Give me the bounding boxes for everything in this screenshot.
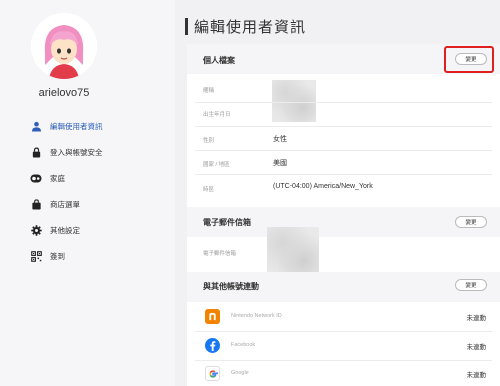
divider [195,174,492,175]
edit-linked-accounts-button[interactable]: 變更 [455,279,487,291]
nintendo-network-icon [205,309,220,324]
linked-account-name: Facebook [231,342,256,348]
linked-account-name: Nintendo Network ID [231,313,282,319]
mii-avatar-icon [31,13,97,79]
sidebar: arielovo75 編輯使用者資訊 登入與帳號安全 家庭 商店選單 其他設定 … [0,0,175,386]
email-label: 電子郵件信箱 [203,251,237,257]
country-label: 國家 / 地區 [203,162,230,168]
edit-email-button[interactable]: 變更 [455,216,487,228]
shopping-bag-icon [30,198,42,210]
sidebar-item-label: 其他設定 [50,225,80,235]
gender-value: 女性 [273,136,287,143]
linked-account-status: 未連動 [466,344,487,351]
sidebar-item-label: 編輯使用者資訊 [50,121,103,131]
sidebar-item-shop-menu[interactable]: 商店選單 [30,196,170,212]
linked-account-facebook: Facebook 未連動 [187,332,500,360]
facebook-icon [205,338,220,353]
email-section-title: 電子郵件信箱 [203,218,251,227]
divider [195,102,492,103]
sidebar-item-check-in[interactable]: 簽到 [30,248,170,264]
family-icon [30,172,42,184]
user-icon [30,120,42,132]
linked-section-header: 與其他帳號連動 變更 [187,272,500,302]
page-title-text: 編輯使用者資訊 [194,18,307,36]
google-icon [205,366,220,381]
qr-code-icon [30,250,42,262]
sidebar-item-edit-user-info[interactable]: 編輯使用者資訊 [30,118,170,134]
timezone-label: 時區 [203,187,215,193]
sidebar-item-other-settings[interactable]: 其他設定 [30,222,170,238]
timezone-value: (UTC-04:00) America/New_York [273,183,373,190]
country-value: 美國 [273,160,287,167]
email-section-header: 電子郵件信箱 變更 [187,207,500,237]
divider [195,126,492,127]
sidebar-item-label: 登入與帳號安全 [50,147,103,157]
gender-label: 性別 [203,138,215,144]
username: arielovo75 [38,87,90,99]
birthdate-label: 出生年月日 [203,112,231,118]
linked-account-google: Google 未連動 [187,360,500,386]
nickname-label: 暱稱 [203,88,215,94]
sidebar-item-family[interactable]: 家庭 [30,170,170,186]
avatar [31,13,97,79]
linked-account-nintendo: Nintendo Network ID 未連動 [187,303,500,331]
profile-section-title: 個人檔案 [203,56,235,65]
sidebar-item-login-security[interactable]: 登入與帳號安全 [30,144,170,160]
sidebar-item-label: 簽到 [50,251,65,261]
divider [195,150,492,151]
profile-picture-blurred [272,80,316,122]
user-info-card: 個人檔案 變更 暱稱 出生年月日 性別 女性 國家 / 地區 美國 時區 (UT… [187,44,500,386]
highlight-box [444,46,494,73]
sidebar-item-label: 商店選單 [50,199,80,209]
gear-icon [30,224,42,236]
sidebar-item-label: 家庭 [50,173,65,183]
title-accent-bar [185,17,188,35]
linked-account-name: Google [231,370,249,376]
page-title: 編輯使用者資訊 [185,16,306,36]
lock-icon [30,146,42,158]
linked-account-status: 未連動 [466,315,487,322]
linked-account-status: 未連動 [466,372,487,379]
linked-section-title: 與其他帳號連動 [203,282,259,291]
